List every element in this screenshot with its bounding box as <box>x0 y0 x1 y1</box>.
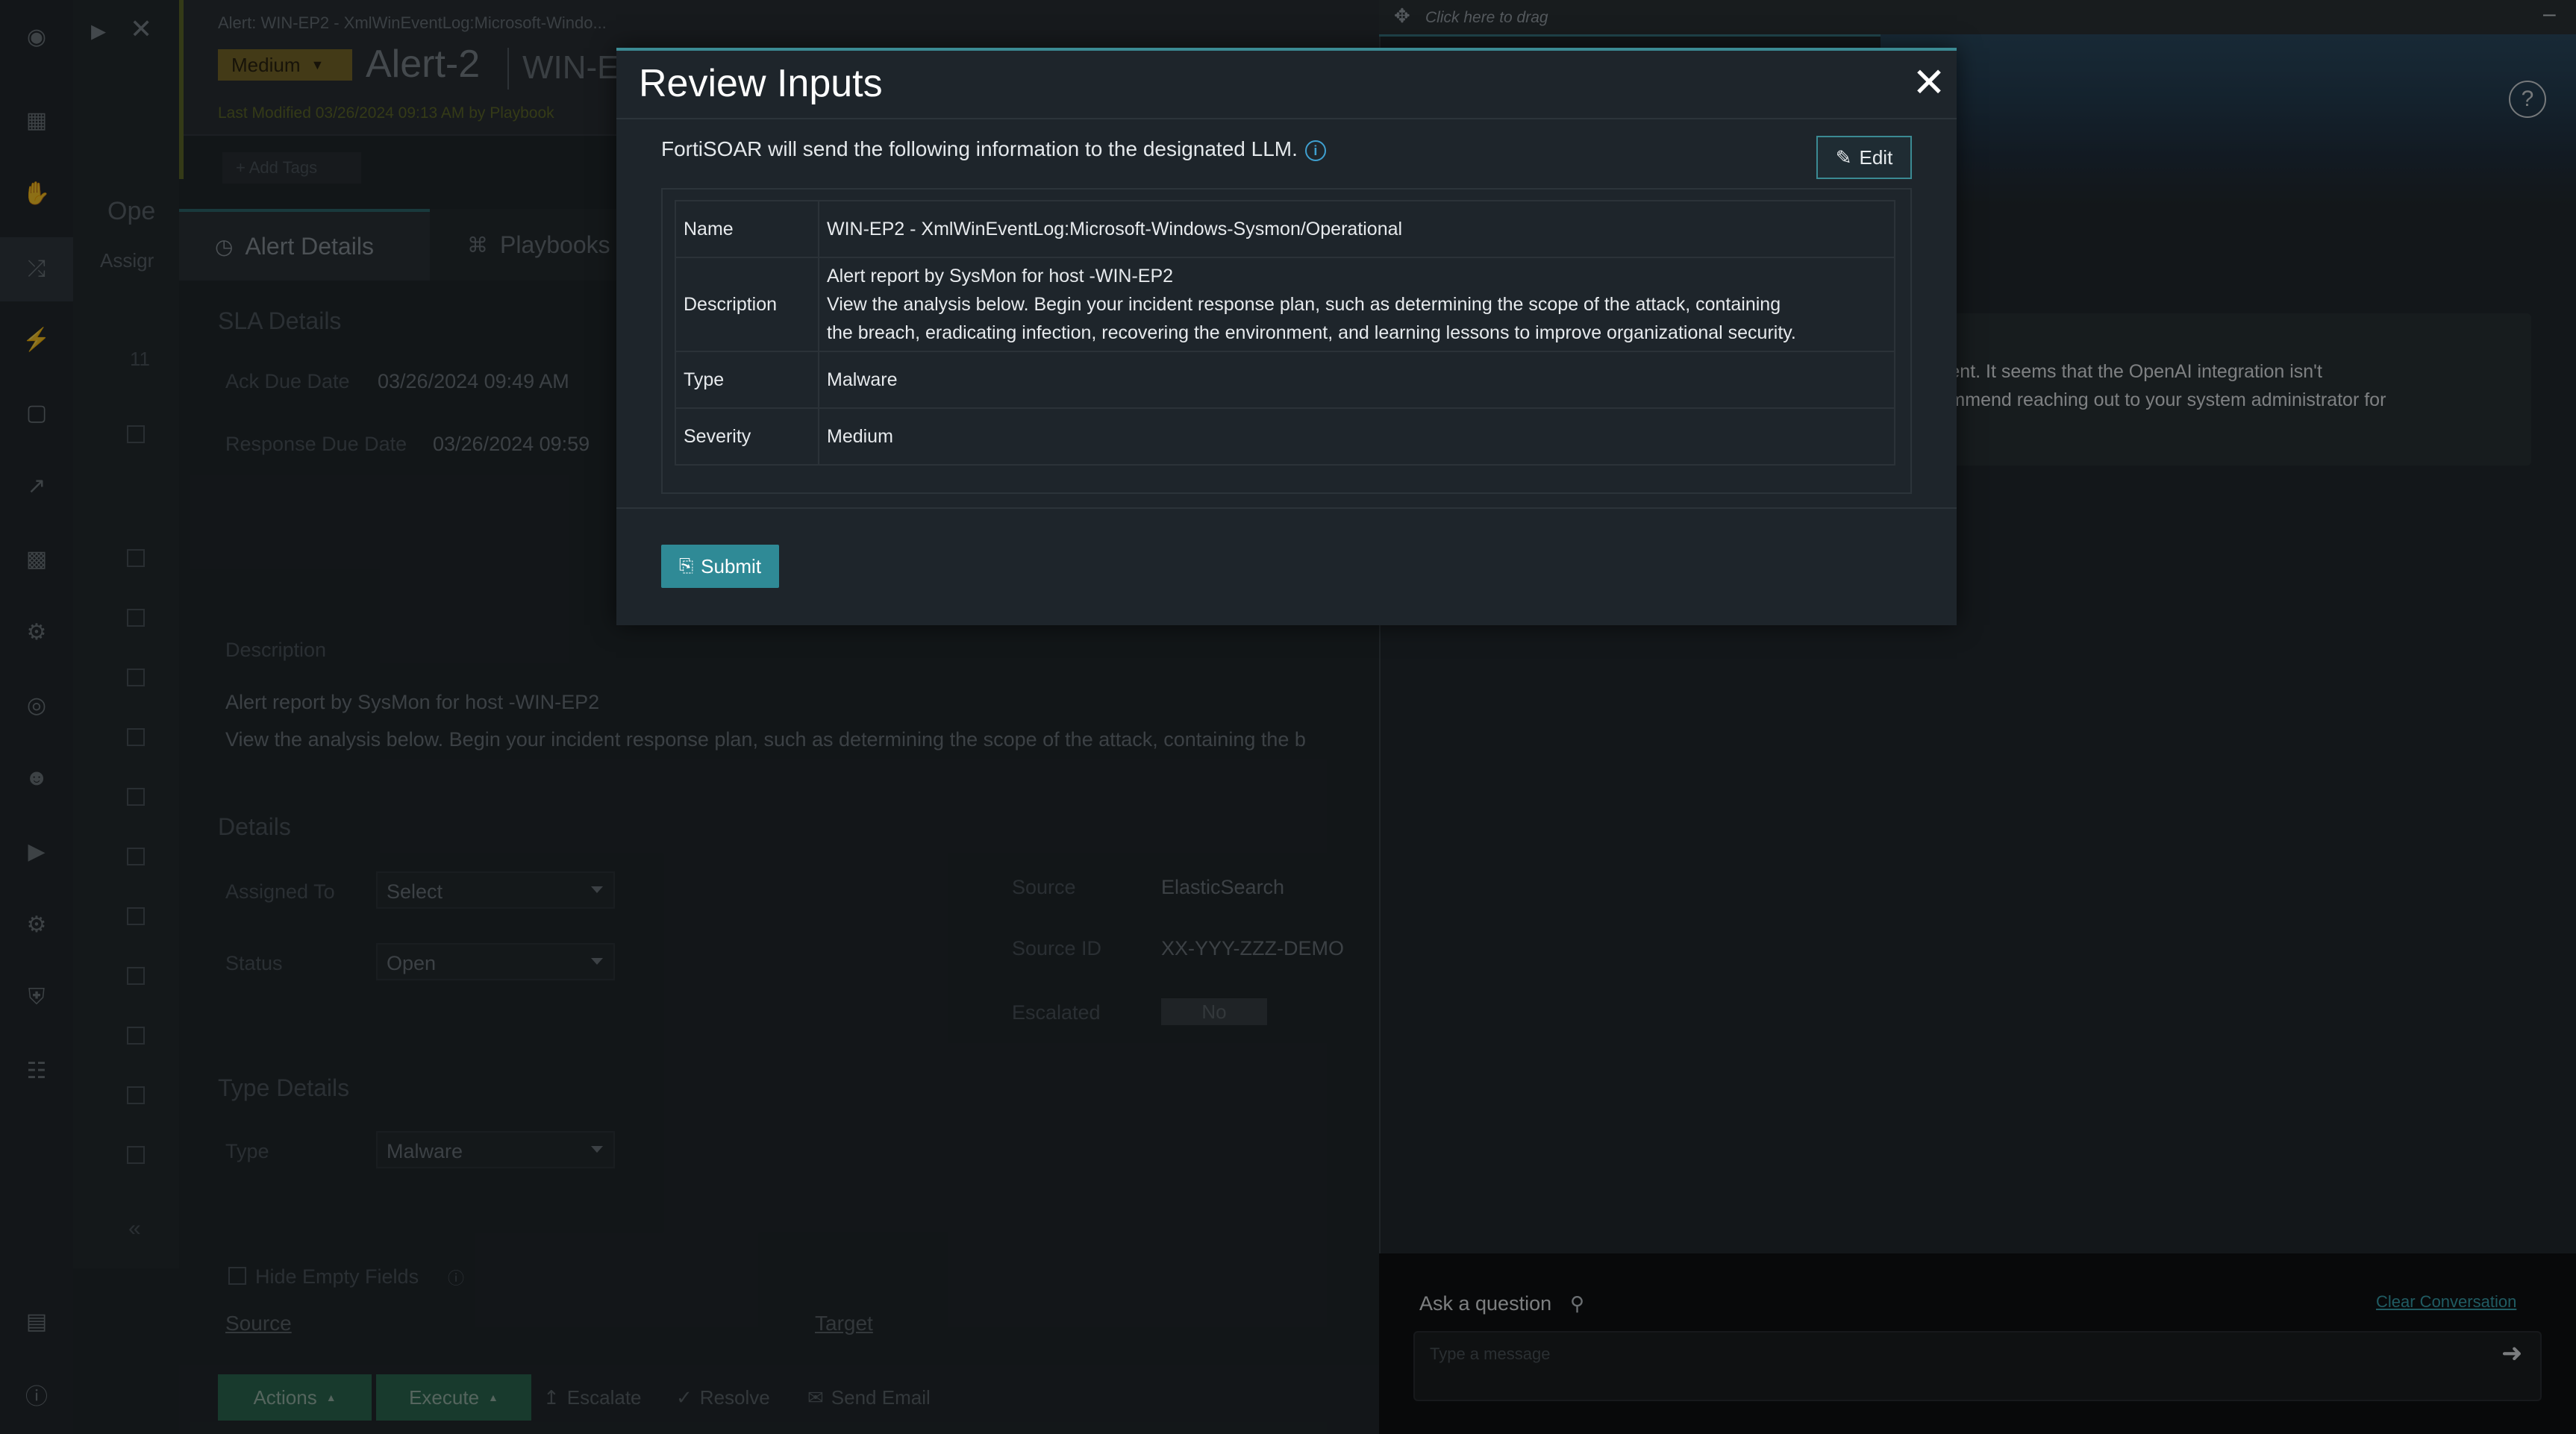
row-value: Medium <box>818 407 1895 466</box>
submit-label: Submit <box>701 554 762 577</box>
table-row: Description Alert report by SysMon for h… <box>675 257 1895 352</box>
row-key: Severity <box>675 407 819 466</box>
edit-icon: ✎ <box>1835 145 1852 169</box>
row-value: WIN-EP2 - XmlWinEventLog:Microsoft-Windo… <box>818 200 1895 258</box>
description-line: Alert report by SysMon for host -WIN-EP2 <box>827 266 1174 287</box>
row-key: Type <box>675 351 819 409</box>
row-value: Alert report by SysMon for host -WIN-EP2… <box>818 257 1895 352</box>
table-row: Type Malware <box>675 351 1895 409</box>
info-icon[interactable]: i <box>1304 140 1326 161</box>
row-key: Description <box>675 257 819 352</box>
table-row: Name WIN-EP2 - XmlWinEventLog:Microsoft-… <box>675 200 1895 258</box>
modal-intro-text: FortiSOAR will send the following inform… <box>661 137 1298 160</box>
description-line: View the analysis below. Begin your inci… <box>827 294 1781 315</box>
inputs-table: Name WIN-EP2 - XmlWinEventLog:Microsoft-… <box>675 200 1895 466</box>
divider <box>616 118 1957 119</box>
divider <box>616 507 1957 509</box>
close-icon[interactable]: ✕ <box>1910 63 1948 103</box>
row-key: Name <box>675 200 819 258</box>
submit-button[interactable]: ⎘ Submit <box>661 545 779 588</box>
row-value: Malware <box>818 351 1895 409</box>
edit-label: Edit <box>1859 145 1893 169</box>
table-row: Severity Medium <box>675 407 1895 466</box>
description-line: the breach, eradicating infection, recov… <box>827 322 1796 343</box>
modal-intro: FortiSOAR will send the following inform… <box>661 137 1326 161</box>
modal-title: Review Inputs <box>639 62 883 105</box>
edit-button[interactable]: ✎ Edit <box>1816 136 1912 179</box>
document-icon: ⎘ <box>678 556 694 576</box>
